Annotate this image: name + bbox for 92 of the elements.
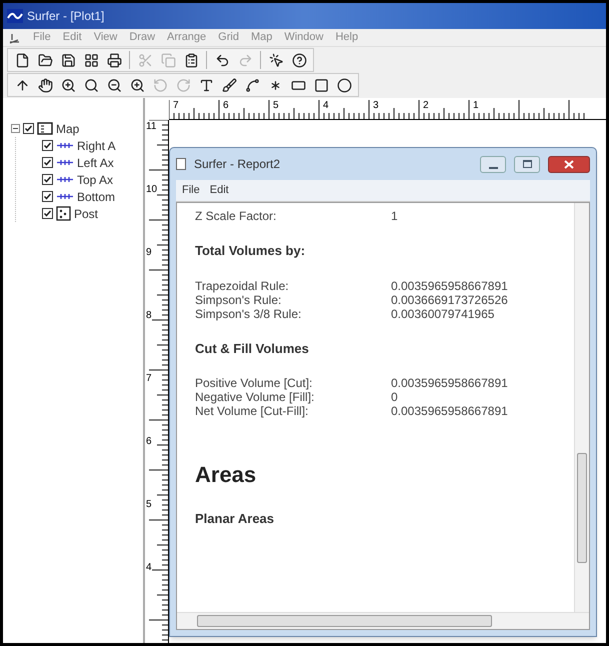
ruler-label: 8: [146, 311, 152, 321]
ruler-label: 4: [146, 563, 152, 573]
report-label: Simpson's Rule:: [195, 292, 282, 308]
hand-icon: [38, 78, 52, 92]
checkbox[interactable]: [42, 157, 53, 168]
horizontal-scrollbar[interactable]: [177, 612, 589, 629]
axis-icon: [56, 158, 74, 167]
menu-item[interactable]: Edit: [62, 29, 82, 46]
tree-item-label[interactable]: Post: [74, 204, 98, 222]
menu-item[interactable]: Window: [284, 29, 324, 46]
menu-item[interactable]: View: [94, 29, 118, 46]
scroll-thumb[interactable]: [197, 615, 492, 627]
minimize-button[interactable]: [480, 156, 506, 172]
menu-item[interactable]: Help: [335, 29, 358, 46]
copy-icon: [160, 52, 176, 68]
report-value: 0.00360079741965: [391, 306, 494, 322]
tree-item-label[interactable]: Map: [56, 120, 80, 138]
report-heading: Total Volumes by:: [195, 242, 306, 260]
close-button[interactable]: [548, 156, 590, 172]
menu-item[interactable]: File: [182, 182, 200, 199]
checkbox[interactable]: [42, 191, 53, 202]
app-icon: [7, 9, 23, 23]
rotate-icon: [152, 78, 168, 92]
zoom-in-icon: [130, 78, 144, 92]
report-label: Z Scale Factor:: [195, 208, 278, 225]
report-label: Positive Volume [Cut]:: [195, 375, 314, 392]
ellipse-icon: [336, 78, 352, 92]
save-icon: [60, 52, 76, 68]
rotate-icon: [176, 78, 190, 92]
report-label: Trapezoidal Rule:: [195, 278, 290, 294]
report-label: Negative Volume [Fill]:: [195, 390, 316, 406]
menu-item[interactable]: Edit: [210, 182, 229, 199]
polyline-icon: [244, 78, 260, 92]
report-section-title: Areas: [195, 461, 256, 489]
undo-icon: [214, 52, 230, 68]
report-value: 0.0035965958667891: [391, 278, 508, 294]
folder-icon: [38, 52, 52, 68]
tree-item-label[interactable]: Right A: [77, 136, 116, 154]
ruler-label: 11: [146, 122, 156, 132]
report-title: Surfer - Report2: [194, 156, 282, 173]
maximize-button[interactable]: [514, 156, 540, 172]
rounded-rectangle-icon: [314, 78, 328, 92]
close-icon: [564, 160, 574, 168]
report-value: 0.0035965958667891: [391, 375, 508, 392]
printer-icon: [106, 52, 122, 68]
window-title: Surfer - [Plot1]: [27, 8, 104, 25]
help-icon: [292, 52, 306, 68]
scroll-thumb[interactable]: [577, 453, 587, 563]
magnifier-icon: [84, 78, 98, 92]
pointer-icon: [268, 52, 284, 68]
menu-item[interactable]: Map: [250, 29, 272, 46]
axis-icon: [56, 141, 74, 150]
grid-icon: [84, 52, 98, 68]
menu-item[interactable]: File: [33, 29, 51, 46]
report-heading: Planar Areas: [195, 510, 274, 528]
checkbox[interactable]: [23, 123, 34, 134]
scissors-icon: [138, 52, 152, 68]
axis-icon: [56, 175, 74, 184]
text-tool-icon: [198, 78, 214, 92]
checkbox[interactable]: [42, 208, 53, 219]
menu-item[interactable]: Draw: [129, 29, 156, 46]
collapse-icon[interactable]: [11, 124, 20, 133]
vertical-scrollbar[interactable]: [574, 203, 589, 612]
zoom-in-icon: [60, 78, 76, 92]
zoom-out-icon: [106, 78, 122, 92]
ruler-label: 6: [146, 437, 152, 447]
report-heading: Cut & Fill Volumes: [195, 340, 309, 358]
ruler-label: 5: [146, 500, 152, 510]
report-label: Net Volume [Cut-Fill]:: [195, 404, 310, 420]
ruler-label: 7: [146, 374, 152, 384]
tree-item-label[interactable]: Bottom: [77, 188, 116, 206]
checkbox[interactable]: [42, 174, 53, 185]
report-value: 0.0036669173726526: [391, 292, 508, 308]
map-icon: [37, 122, 53, 135]
axis-icon: [56, 192, 74, 201]
post-map-icon: [56, 206, 71, 221]
tree-item-label[interactable]: Top Ax: [77, 170, 114, 188]
report-value: 1: [391, 208, 398, 225]
report-label: Simpson's 3/8 Rule:: [195, 306, 302, 322]
report-value: 0.0035965958667891: [391, 403, 508, 420]
brush-icon: [222, 78, 236, 92]
tree-item-label[interactable]: Left Ax: [77, 154, 114, 172]
ruler-label: 9: [146, 248, 152, 258]
report-icon: [176, 158, 186, 170]
report-value: 0: [391, 389, 398, 406]
menu-item[interactable]: Grid: [218, 29, 239, 46]
clipboard-icon: [184, 52, 198, 68]
checkbox[interactable]: [42, 140, 53, 151]
new-file-icon: [14, 52, 30, 68]
redo-icon: [238, 52, 252, 68]
ruler-label: 10: [146, 185, 158, 195]
menu-item[interactable]: Arrange: [167, 29, 206, 46]
